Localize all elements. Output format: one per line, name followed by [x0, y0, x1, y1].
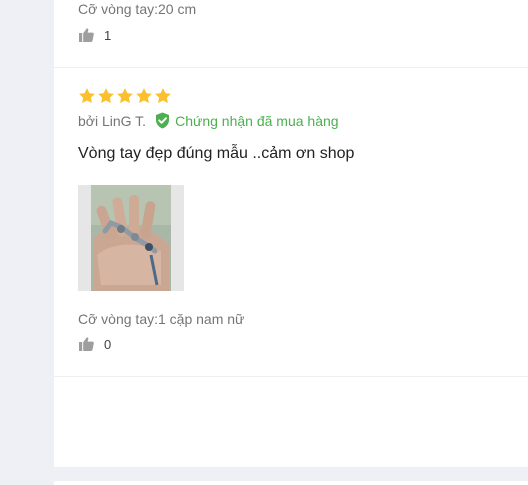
like-button[interactable]: 1 [79, 27, 111, 43]
star-icon [136, 88, 152, 104]
review-list-card: Cỡ vòng tay:20 cm 1 bởi LinG T. Chứng nh… [54, 0, 528, 467]
thumbs-up-icon [79, 28, 94, 42]
star-icon [117, 88, 133, 104]
like-count: 1 [104, 27, 112, 43]
review-divider [54, 376, 528, 377]
next-section-card [54, 481, 528, 485]
review-size-label: Cỡ vòng tay:1 cặp nam nữ [78, 311, 245, 327]
review-size-label: Cỡ vòng tay:20 cm [78, 1, 197, 17]
review-photo-image [91, 185, 171, 291]
review-author-row: bởi LinG T. Chứng nhận đã mua hàng [78, 112, 339, 129]
star-icon [98, 88, 114, 104]
star-icon [79, 88, 95, 104]
reviews-page: Cỡ vòng tay:20 cm 1 bởi LinG T. Chứng nh… [0, 0, 528, 485]
star-icon [155, 88, 171, 104]
review-author: bởi LinG T. [78, 112, 147, 129]
verified-purchase-label: Chứng nhận đã mua hàng [175, 112, 339, 129]
review-divider [54, 67, 528, 68]
check-shield-icon [156, 112, 170, 129]
thumbs-up-icon [79, 337, 94, 351]
rating-stars [78, 87, 172, 105]
review-content: Vòng tay đẹp đúng mẫu ..cảm ơn shop [78, 145, 355, 162]
like-count: 0 [104, 336, 112, 352]
verified-purchase-badge: Chứng nhận đã mua hàng [155, 112, 339, 129]
like-button[interactable]: 0 [79, 336, 111, 352]
review-photo-thumbnail[interactable] [78, 185, 184, 291]
